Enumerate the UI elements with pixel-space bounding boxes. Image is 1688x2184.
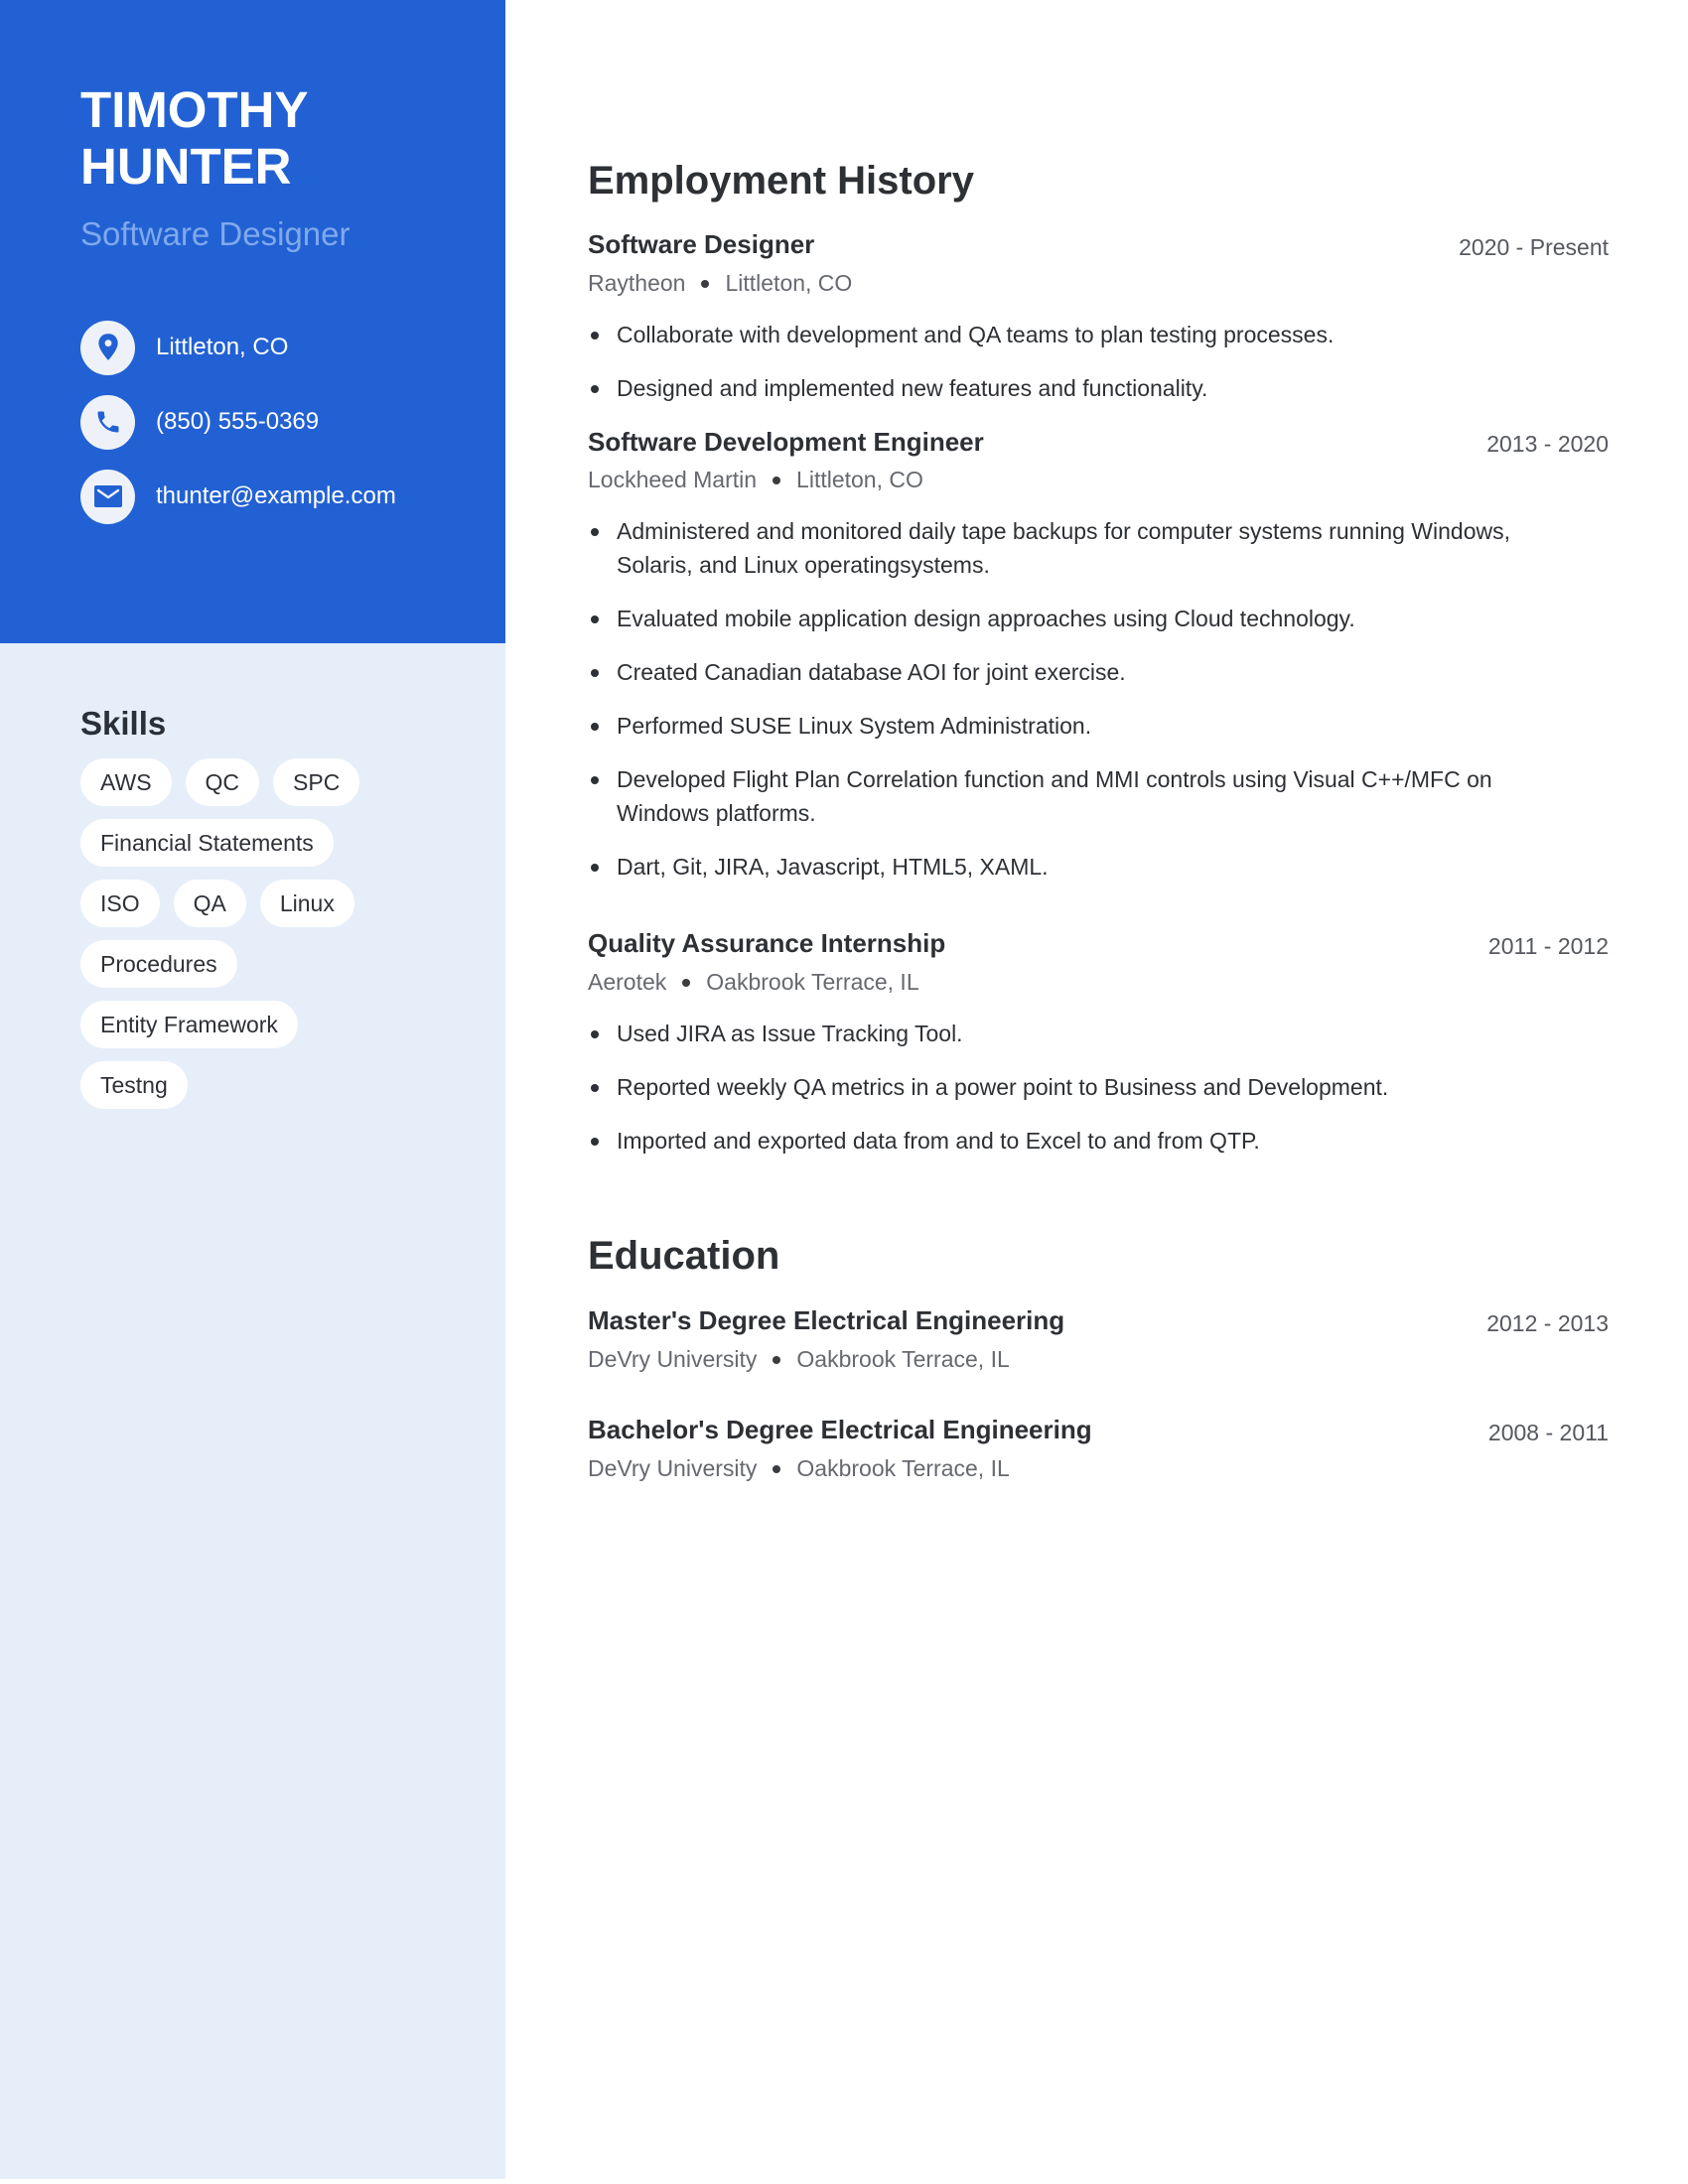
location: Littleton, CO	[725, 270, 853, 296]
skills-list: AWS QC SPC Financial Statements ISO QA L…	[80, 758, 418, 1109]
school-line: DeVry University Oakbrook Terrace, IL	[588, 1346, 1010, 1373]
bullet-item: Imported and exported data from and to E…	[588, 1124, 1609, 1158]
job-bullets: Used JIRA as Issue Tracking Tool. Report…	[588, 1017, 1609, 1177]
location: Oakbrook Terrace, IL	[796, 1455, 1010, 1481]
bullet-item: Performed SUSE Linux System Administrati…	[588, 709, 1581, 743]
location: Oakbrook Terrace, IL	[796, 1346, 1010, 1372]
job-dates: 2011 - 2012	[1487, 933, 1609, 959]
job-dates: 2020 - Present	[1459, 234, 1609, 260]
education-dates: 2012 - 2013	[1486, 1310, 1609, 1336]
bullet-item: Created Canadian database AOI for joint …	[588, 655, 1581, 689]
skill-chip: QC	[185, 758, 260, 806]
last-name: HUNTER	[80, 138, 292, 195]
job-company-line: Lockheed Martin Littleton, CO	[588, 467, 923, 493]
education-heading: Education	[588, 1234, 780, 1278]
bullet-item: Evaluated mobile application design appr…	[588, 602, 1581, 635]
skill-chip: AWS	[80, 758, 172, 806]
map-pin-icon	[80, 320, 135, 375]
job-bullets: Administered and monitored daily tape ba…	[588, 514, 1581, 903]
envelope-icon	[80, 469, 135, 524]
separator-dot	[773, 1355, 781, 1364]
job-dates: 2013 - 2020	[1486, 431, 1609, 457]
first-name: TIMOTHY	[80, 81, 309, 138]
skill-chip: SPC	[273, 758, 360, 806]
job-company-line: Raytheon Littleton, CO	[588, 270, 852, 297]
skill-chip: Financial Statements	[80, 819, 334, 867]
bullet-item: Administered and monitored daily tape ba…	[588, 514, 1581, 582]
phone-text: (850) 555-0369	[156, 408, 320, 435]
phone-icon	[80, 394, 135, 450]
skill-chip: Testng	[80, 1061, 188, 1109]
separator-dot	[701, 279, 710, 288]
bullet-item: Developed Flight Plan Correlation functi…	[588, 762, 1581, 830]
degree-title: Master's Degree Electrical Engineering	[588, 1305, 1065, 1335]
separator-dot	[773, 1464, 781, 1473]
skill-chip: Procedures	[80, 940, 237, 988]
bullet-item: Used JIRA as Issue Tracking Tool.	[588, 1017, 1609, 1050]
degree-title: Bachelor's Degree Electrical Engineering	[588, 1415, 1092, 1444]
contact-location: Littleton, CO	[80, 320, 497, 375]
skill-chip: Entity Framework	[80, 1001, 298, 1048]
school-line: DeVry University Oakbrook Terrace, IL	[588, 1455, 1010, 1482]
job-title: Software Designer	[80, 215, 351, 252]
separator-dot	[682, 978, 691, 987]
skill-chip: QA	[173, 880, 246, 927]
separator-dot	[773, 476, 781, 484]
skill-chip: ISO	[80, 880, 160, 927]
company: Aerotek	[588, 969, 667, 995]
location: Oakbrook Terrace, IL	[706, 969, 919, 995]
education-dates: 2008 - 2011	[1487, 1420, 1609, 1445]
skill-chip: Linux	[259, 880, 354, 927]
bullet-item: Collaborate with development and QA team…	[588, 318, 1609, 351]
contact-phone: (850) 555-0369	[80, 394, 497, 450]
location: Littleton, CO	[796, 467, 923, 492]
school: DeVry University	[588, 1346, 758, 1372]
employment-heading: Employment History	[588, 159, 974, 203]
job-title: Software Designer	[588, 229, 815, 259]
email-text: thunter@example.com	[156, 482, 396, 509]
job-bullets: Collaborate with development and QA team…	[588, 318, 1609, 425]
company: Raytheon	[588, 270, 686, 296]
candidate-name: TIMOTHY HUNTER	[80, 81, 478, 195]
location-text: Littleton, CO	[156, 334, 289, 360]
skills-heading: Skills	[80, 705, 167, 742]
bullet-item: Designed and implemented new features an…	[588, 371, 1609, 405]
bullet-item: Reported weekly QA metrics in a power po…	[588, 1070, 1609, 1104]
contact-email: thunter@example.com	[80, 469, 497, 524]
company: Lockheed Martin	[588, 467, 758, 492]
school: DeVry University	[588, 1455, 758, 1481]
job-company-line: Aerotek Oakbrook Terrace, IL	[588, 969, 919, 996]
profile-header: TIMOTHY HUNTER Software Designer Littlet…	[0, 0, 505, 643]
job-title: Quality Assurance Internship	[588, 928, 946, 958]
bullet-item: Dart, Git, JIRA, Javascript, HTML5, XAML…	[588, 850, 1581, 884]
job-title: Software Development Engineer	[588, 427, 984, 457]
